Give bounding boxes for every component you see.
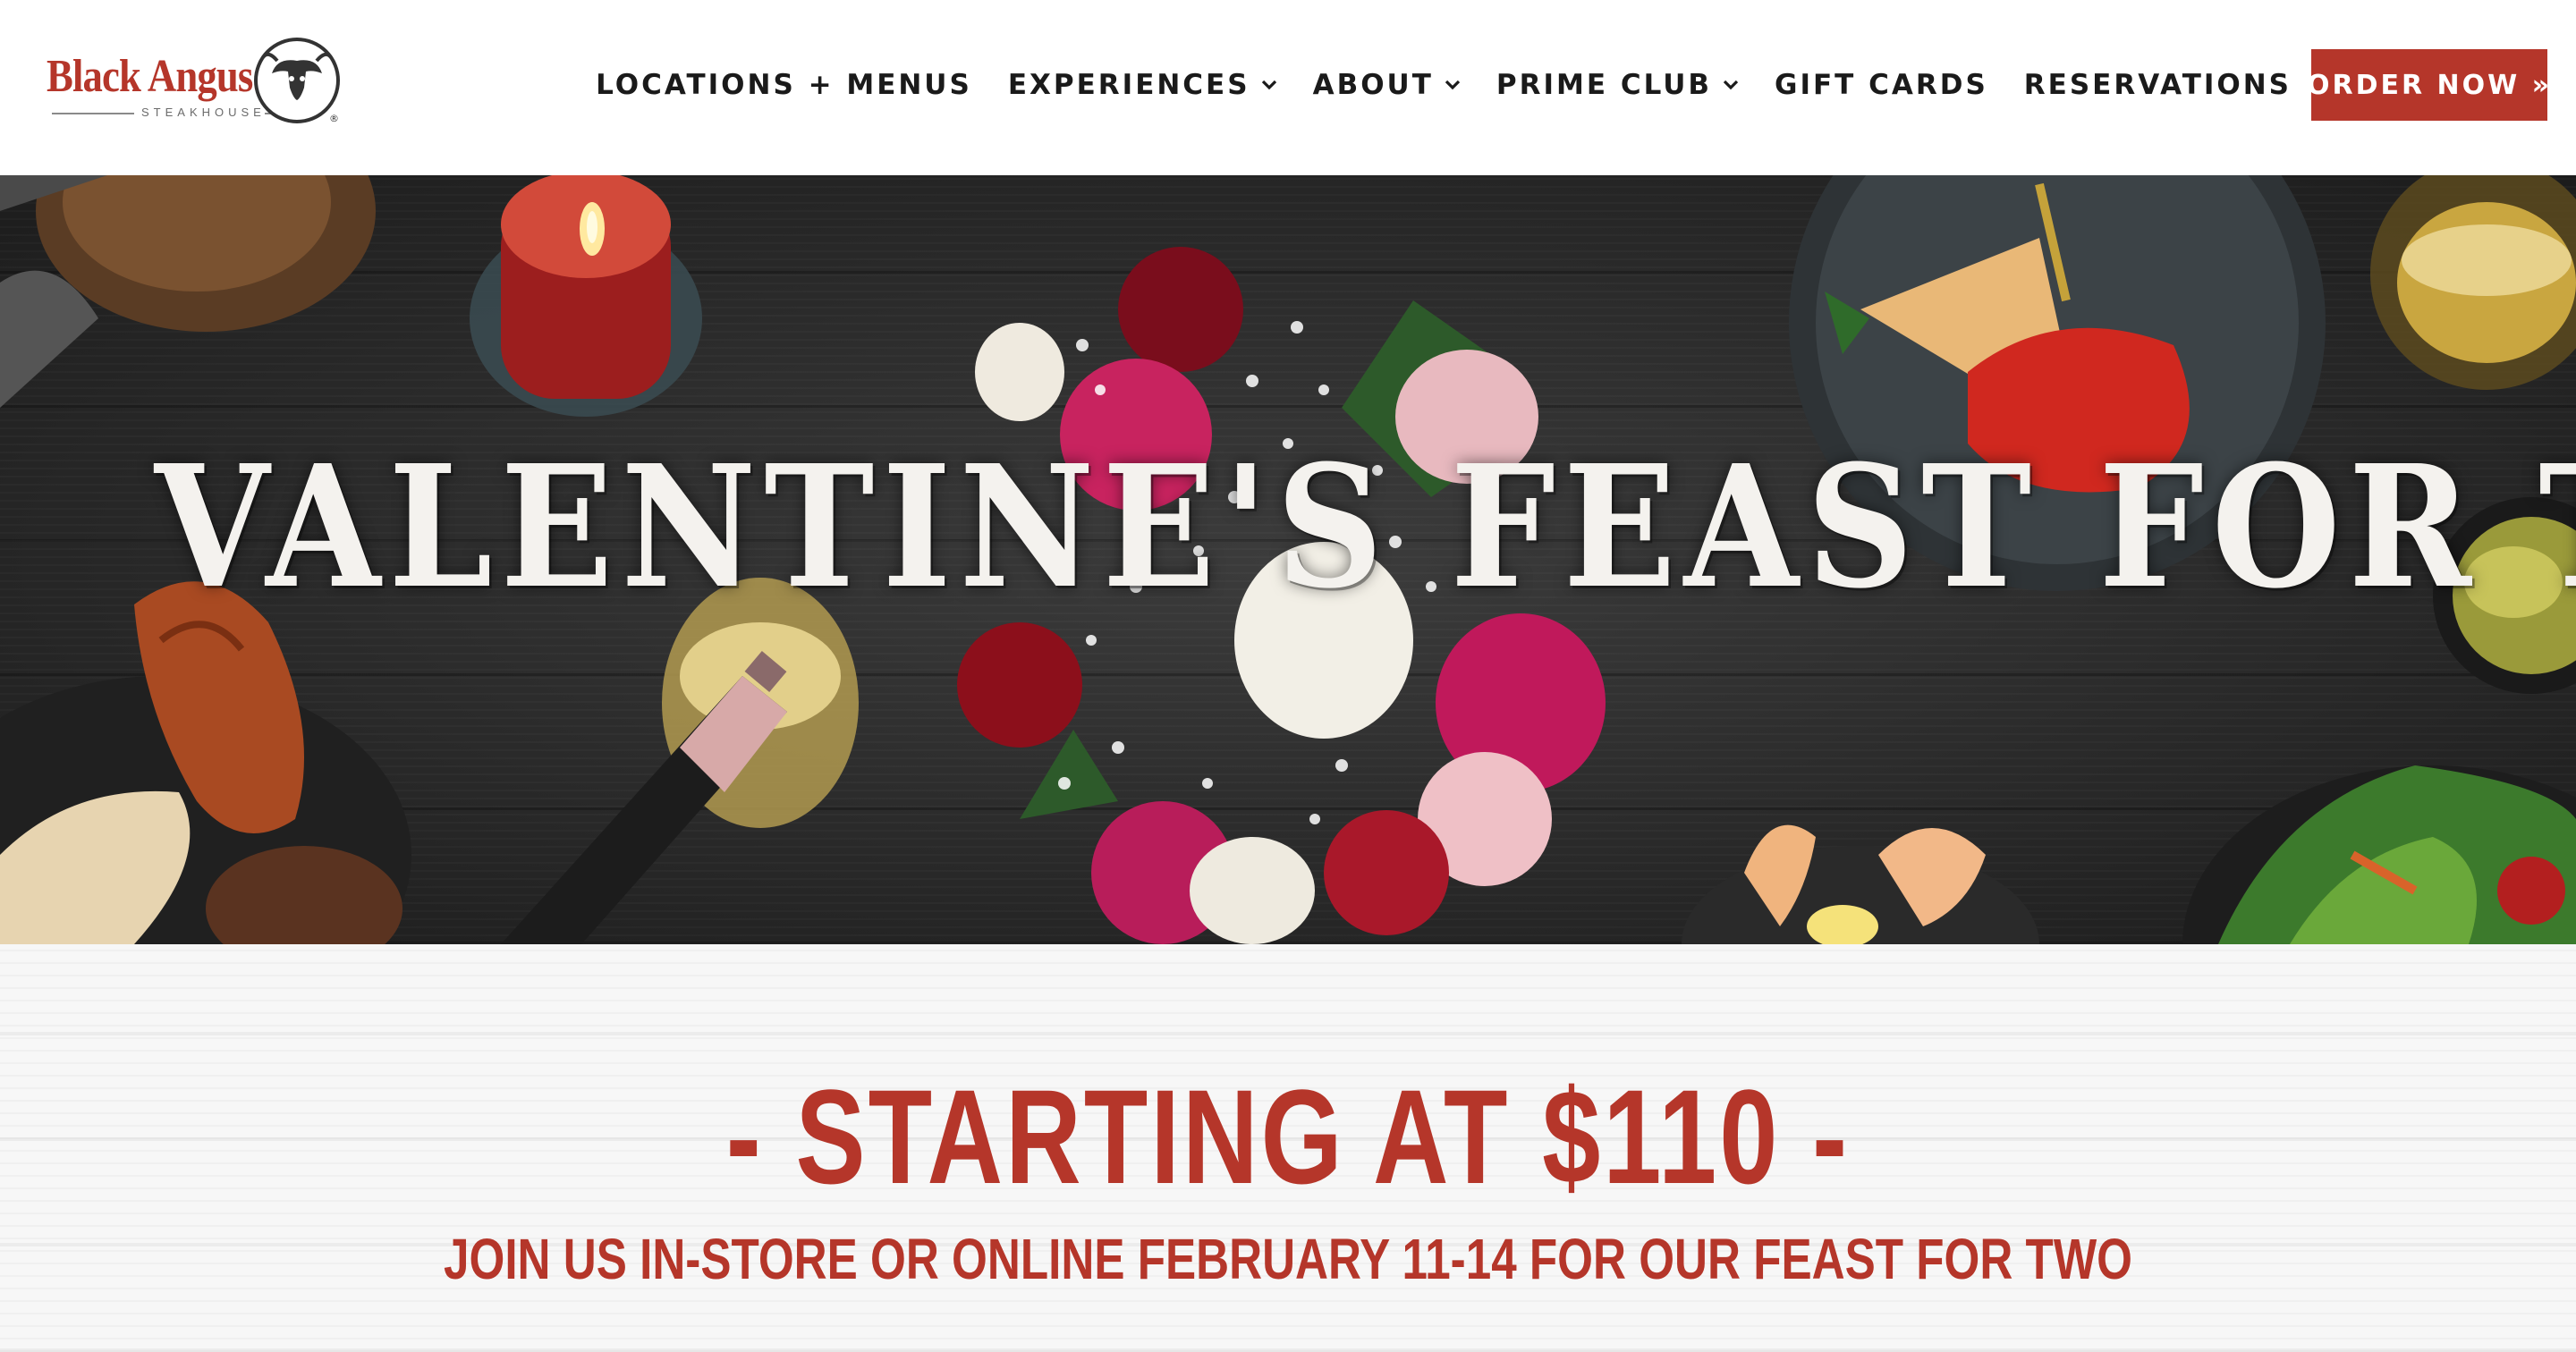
logo-tagline: STEAKHOUSE bbox=[141, 106, 266, 119]
promo-section: - STARTING AT $110 - JOIN US IN-STORE OR… bbox=[0, 944, 2576, 1352]
chevron-down-icon bbox=[1445, 80, 1461, 90]
nav-gift-cards[interactable]: GIFT CARDS bbox=[1775, 69, 1988, 101]
nav-label: LOCATIONS + MENUS bbox=[596, 69, 972, 101]
nav-label: ABOUT bbox=[1312, 69, 1434, 101]
nav-prime-club[interactable]: PRIME CLUB bbox=[1496, 69, 1739, 101]
order-now-button[interactable]: ORDER NOW » bbox=[2307, 49, 2549, 121]
nav-about[interactable]: ABOUT bbox=[1313, 69, 1461, 101]
brand-logo[interactable]: Black Angus STEAKHOUSE ® bbox=[45, 34, 340, 132]
promo-price-heading: - STARTING AT $110 - bbox=[725, 1061, 1851, 1212]
nav-label: GIFT CARDS bbox=[1775, 69, 1988, 101]
wine-glass-image bbox=[2370, 175, 2576, 390]
logo-rule-left bbox=[52, 113, 134, 114]
nav-experiences[interactable]: EXPERIENCES bbox=[1008, 69, 1277, 101]
shrimp-image bbox=[1682, 824, 2039, 944]
chevron-down-icon bbox=[1261, 80, 1276, 90]
lobster-steak-image bbox=[0, 581, 411, 944]
main-nav: LOCATIONS + MENUS EXPERIENCES ABOUT PRIM… bbox=[596, 49, 2576, 121]
salad-image bbox=[2182, 765, 2576, 944]
promo-subtitle: JOIN US IN-STORE OR ONLINE FEBRUARY 11-1… bbox=[444, 1227, 2132, 1291]
nav-locations-menus[interactable]: LOCATIONS + MENUS bbox=[596, 69, 972, 101]
bread-image bbox=[0, 175, 376, 408]
nav-label: PRIME CLUB bbox=[1496, 69, 1713, 101]
bull-cowboy-icon: ® bbox=[254, 38, 340, 124]
candle-image bbox=[470, 175, 702, 417]
champagne-image bbox=[501, 578, 859, 944]
nav-label: EXPERIENCES bbox=[1007, 69, 1250, 101]
site-header: Black Angus STEAKHOUSE ® LOCATIONS + MEN… bbox=[0, 0, 2576, 175]
nav-label: RESERVATIONS bbox=[2023, 69, 2292, 101]
svg-text:®: ® bbox=[329, 113, 339, 124]
chevron-down-icon bbox=[1723, 80, 1739, 90]
hero-banner: VALENTINE'S FEAST FOR TWO bbox=[0, 175, 2576, 944]
logo-wordmark: Black Angus bbox=[47, 51, 253, 102]
hero-title: VALENTINE'S FEAST FOR TWO bbox=[154, 428, 2576, 626]
nav-reservations[interactable]: RESERVATIONS bbox=[2024, 69, 2292, 101]
